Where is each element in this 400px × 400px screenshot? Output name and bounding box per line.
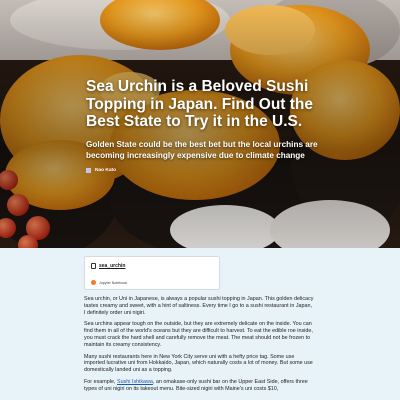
embed-source-label: Jupyter Notebook bbox=[99, 280, 128, 285]
hero-banner: Sea Urchin is a Beloved Sushi Topping in… bbox=[0, 0, 400, 248]
embed-source-row: Jupyter Notebook bbox=[91, 280, 127, 285]
article-paragraph: For example, Sushi Ishikawa, an omakase-… bbox=[84, 379, 314, 393]
article-title: Sea Urchin is a Beloved Sushi Topping in… bbox=[86, 78, 314, 130]
article-paragraph: Sea urchin, or Uni in Japanese, is alway… bbox=[84, 296, 314, 316]
byline: Nao Kato bbox=[86, 167, 336, 173]
notebook-embed-card[interactable]: sea_urchin Jupyter Notebook bbox=[84, 256, 220, 290]
author-name[interactable]: Nao Kato bbox=[95, 168, 116, 173]
jupyter-icon bbox=[91, 280, 96, 285]
article-paragraph: Sea urchins appear tough on the outside,… bbox=[84, 321, 313, 348]
article-paragraph: Many sushi restaurants here in New York … bbox=[84, 353, 313, 374]
sushi-ishikawa-link[interactable]: Sushi Ishikawa bbox=[117, 379, 153, 385]
author-avatar bbox=[86, 167, 91, 173]
embed-user-row: sea_urchin bbox=[91, 263, 125, 269]
embed-username-link[interactable]: sea_urchin bbox=[99, 263, 125, 269]
file-icon bbox=[91, 263, 96, 269]
hero-text-block: Sea Urchin is a Beloved Sushi Topping in… bbox=[86, 78, 336, 173]
article-body: Sea urchin, or Uni in Japanese, is alway… bbox=[84, 296, 314, 398]
paragraph-text: For example, bbox=[84, 378, 117, 385]
article-subtitle: Golden State could be the best bet but t… bbox=[86, 139, 318, 160]
